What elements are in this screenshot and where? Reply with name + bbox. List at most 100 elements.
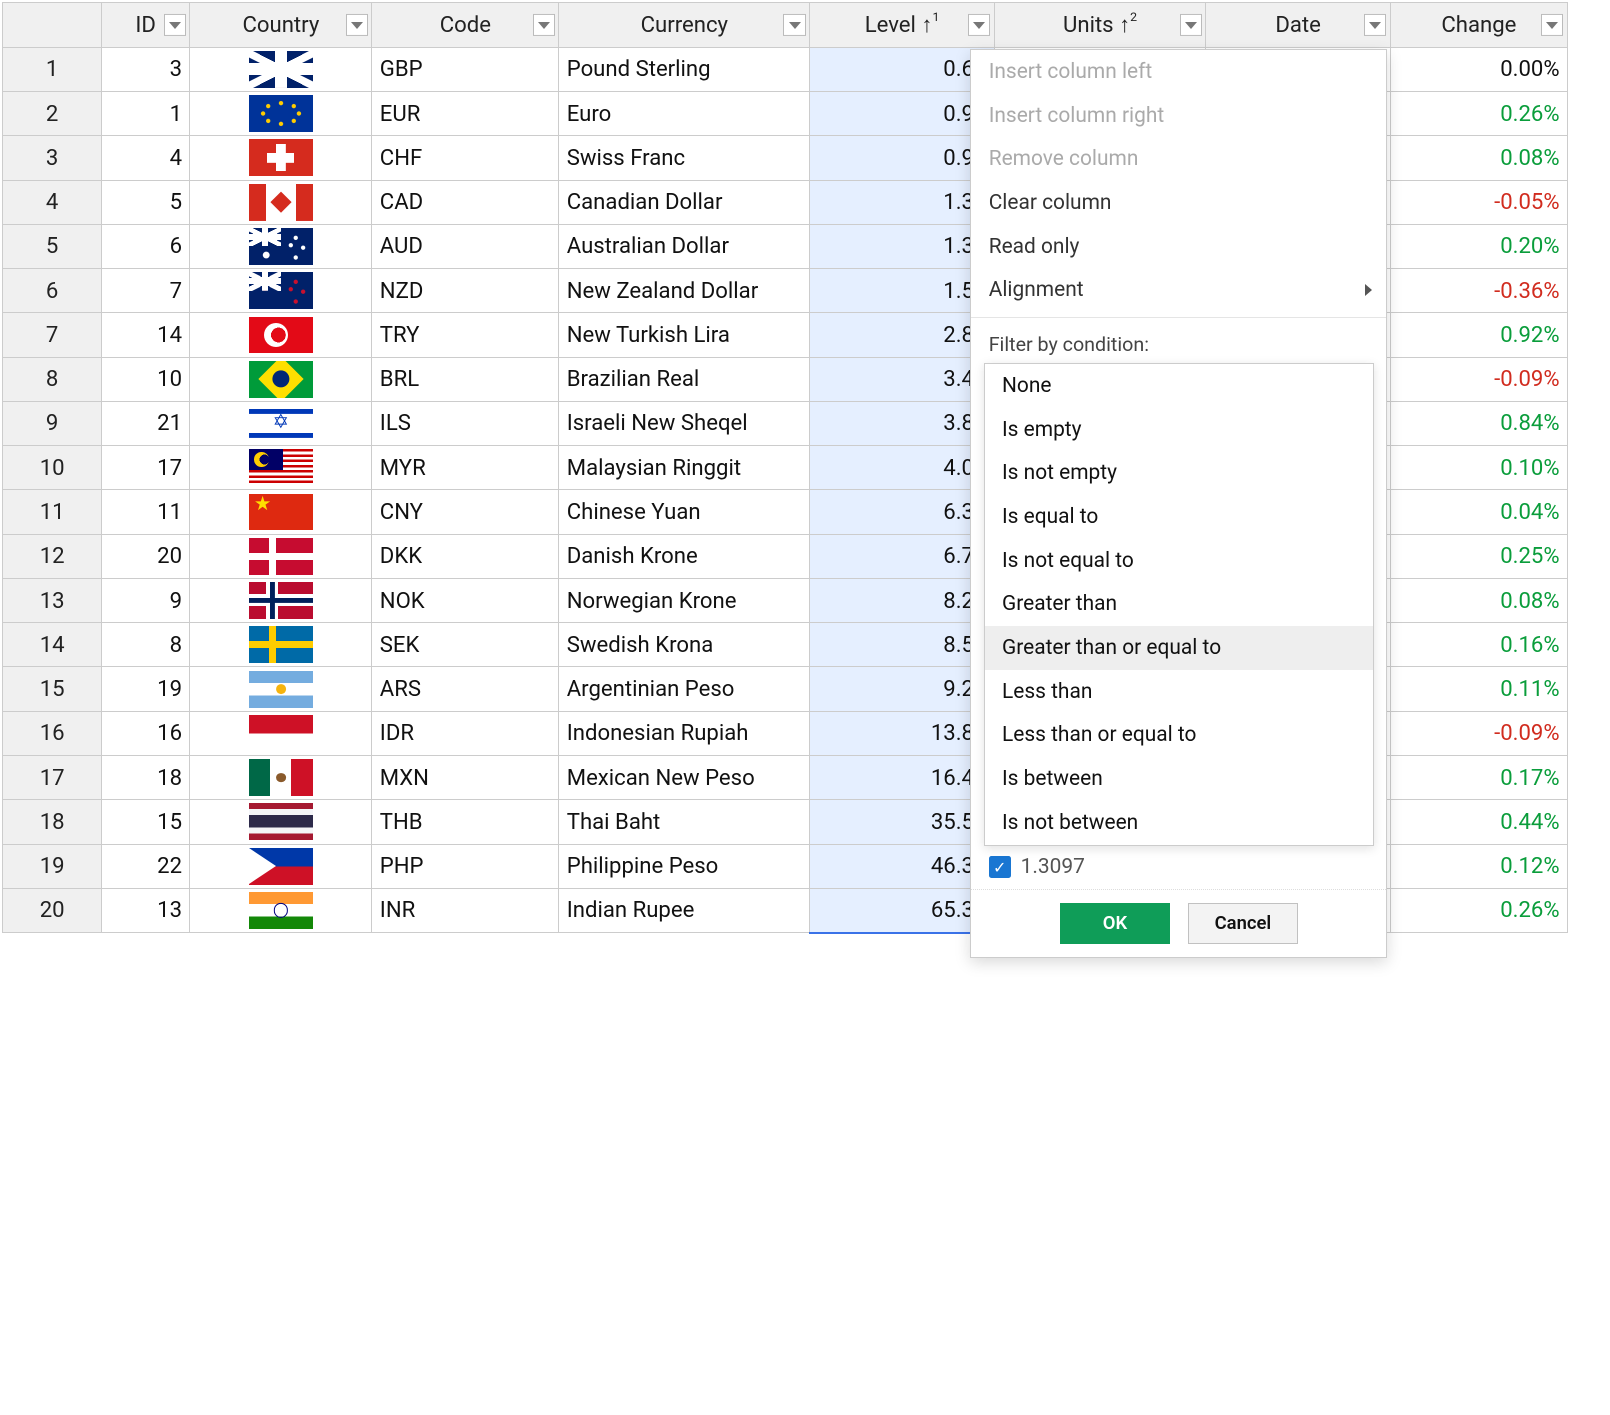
row-header[interactable]: 4 [3, 180, 101, 224]
cell-id[interactable]: 14 [101, 313, 190, 357]
cell-code[interactable]: AUD [372, 224, 559, 268]
filter-icon[interactable] [1180, 14, 1202, 36]
cell-id[interactable]: 7 [101, 269, 190, 313]
cell-id[interactable]: 10 [101, 357, 190, 401]
row-header[interactable]: 1 [3, 47, 101, 91]
filter-value-row[interactable]: ✓ 1.3097 [971, 846, 1386, 890]
cell-id[interactable]: 5 [101, 180, 190, 224]
col-header-units[interactable]: Units ↑2 [994, 3, 1206, 47]
condition-option[interactable]: Is not between [985, 801, 1373, 845]
cell-change[interactable]: 0.26% [1390, 888, 1567, 932]
cell-level[interactable]: 4.09 [810, 446, 995, 490]
cell-id[interactable]: 1 [101, 91, 190, 135]
col-header-currency[interactable]: Currency [559, 3, 810, 47]
condition-option[interactable]: Is not equal to [985, 539, 1373, 583]
cell-level[interactable]: 13.83 [810, 711, 995, 755]
cell-level[interactable]: 1.35 [810, 224, 995, 268]
row-header[interactable]: 11 [3, 490, 101, 534]
filter-checkbox[interactable]: ✓ [989, 856, 1011, 878]
cell-change[interactable]: -0.05% [1390, 180, 1567, 224]
cell-id[interactable]: 21 [101, 401, 190, 445]
cell-country-flag[interactable] [190, 313, 372, 357]
col-header-change[interactable]: Change [1390, 3, 1567, 47]
cell-country-flag[interactable] [190, 47, 372, 91]
cell-code[interactable]: IDR [372, 711, 559, 755]
cell-level[interactable]: 65.37 [810, 888, 995, 932]
row-header[interactable]: 18 [3, 800, 101, 844]
cell-change[interactable]: 0.08% [1390, 136, 1567, 180]
cell-country-flag[interactable] [190, 667, 372, 711]
menu-remove-col[interactable]: Remove column [971, 138, 1386, 182]
cell-currency[interactable]: Danish Krone [559, 534, 810, 578]
cell-currency[interactable]: Canadian Dollar [559, 180, 810, 224]
condition-option[interactable]: Is between [985, 757, 1373, 801]
menu-alignment[interactable]: Alignment [971, 268, 1386, 312]
cell-level[interactable]: 1.30 [810, 180, 995, 224]
cell-level[interactable]: 3.48 [810, 357, 995, 401]
cell-change[interactable]: 0.25% [1390, 534, 1567, 578]
cell-country-flag[interactable] [190, 490, 372, 534]
cell-code[interactable]: CNY [372, 490, 559, 534]
cell-currency[interactable]: Australian Dollar [559, 224, 810, 268]
menu-read-only[interactable]: Read only [971, 225, 1386, 269]
cell-code[interactable]: NZD [372, 269, 559, 313]
condition-option[interactable]: Less than or equal to [985, 714, 1373, 758]
cell-country-flag[interactable] [190, 534, 372, 578]
row-header[interactable]: 12 [3, 534, 101, 578]
cell-change[interactable]: 0.84% [1390, 401, 1567, 445]
cell-currency[interactable]: Chinese Yuan [559, 490, 810, 534]
cell-country-flag[interactable] [190, 755, 372, 799]
col-header-id[interactable]: ID [101, 3, 190, 47]
cell-currency[interactable]: Norwegian Krone [559, 578, 810, 622]
cell-level[interactable]: 0.97 [810, 136, 995, 180]
cell-country-flag[interactable] [190, 269, 372, 313]
col-header-date[interactable]: Date [1206, 3, 1391, 47]
cell-change[interactable]: 0.17% [1390, 755, 1567, 799]
cell-currency[interactable]: New Turkish Lira [559, 313, 810, 357]
cell-currency[interactable]: Malaysian Ringgit [559, 446, 810, 490]
cell-level[interactable]: 8.24 [810, 578, 995, 622]
cell-country-flag[interactable] [190, 623, 372, 667]
cell-code[interactable]: EUR [372, 91, 559, 135]
cell-change[interactable]: 0.11% [1390, 667, 1567, 711]
cell-change[interactable]: -0.09% [1390, 357, 1567, 401]
condition-option[interactable]: Greater than or equal to [985, 626, 1373, 670]
col-header-code[interactable]: Code [372, 3, 559, 47]
condition-select[interactable]: NoneIs emptyIs not emptyIs equal toIs no… [984, 363, 1374, 845]
cell-id[interactable]: 22 [101, 844, 190, 888]
cell-code[interactable]: CAD [372, 180, 559, 224]
cell-code[interactable]: CHF [372, 136, 559, 180]
cell-currency[interactable]: New Zealand Dollar [559, 269, 810, 313]
cell-id[interactable]: 11 [101, 490, 190, 534]
cell-currency[interactable]: Swiss Franc [559, 136, 810, 180]
cell-code[interactable]: ILS [372, 401, 559, 445]
ok-button[interactable]: OK [1060, 903, 1171, 945]
cell-currency[interactable]: Israeli New Sheqel [559, 401, 810, 445]
cell-country-flag[interactable] [190, 711, 372, 755]
cell-code[interactable]: SEK [372, 623, 559, 667]
cell-id[interactable]: 18 [101, 755, 190, 799]
cell-change[interactable]: 0.10% [1390, 446, 1567, 490]
menu-clear-col[interactable]: Clear column [971, 181, 1386, 225]
col-header-level[interactable]: Level ↑1 [810, 3, 995, 47]
cell-country-flag[interactable] [190, 578, 372, 622]
cell-id[interactable]: 15 [101, 800, 190, 844]
cell-change[interactable]: 0.44% [1390, 800, 1567, 844]
cell-currency[interactable]: Argentinian Peso [559, 667, 810, 711]
cell-code[interactable]: INR [372, 888, 559, 932]
row-header[interactable]: 14 [3, 623, 101, 667]
condition-option[interactable]: Less than [985, 670, 1373, 714]
cell-id[interactable]: 17 [101, 446, 190, 490]
filter-icon[interactable] [1364, 14, 1386, 36]
cell-level[interactable]: 46.31 [810, 844, 995, 888]
cell-id[interactable]: 4 [101, 136, 190, 180]
cell-change[interactable]: 0.04% [1390, 490, 1567, 534]
cell-currency[interactable]: Thai Baht [559, 800, 810, 844]
cell-level[interactable]: 3.82 [810, 401, 995, 445]
cell-country-flag[interactable] [190, 800, 372, 844]
cell-id[interactable]: 3 [101, 47, 190, 91]
condition-option[interactable]: Is empty [985, 408, 1373, 452]
cell-change[interactable]: 0.26% [1390, 91, 1567, 135]
cell-level[interactable]: 0.63 [810, 47, 995, 91]
condition-option[interactable]: None [985, 364, 1373, 408]
